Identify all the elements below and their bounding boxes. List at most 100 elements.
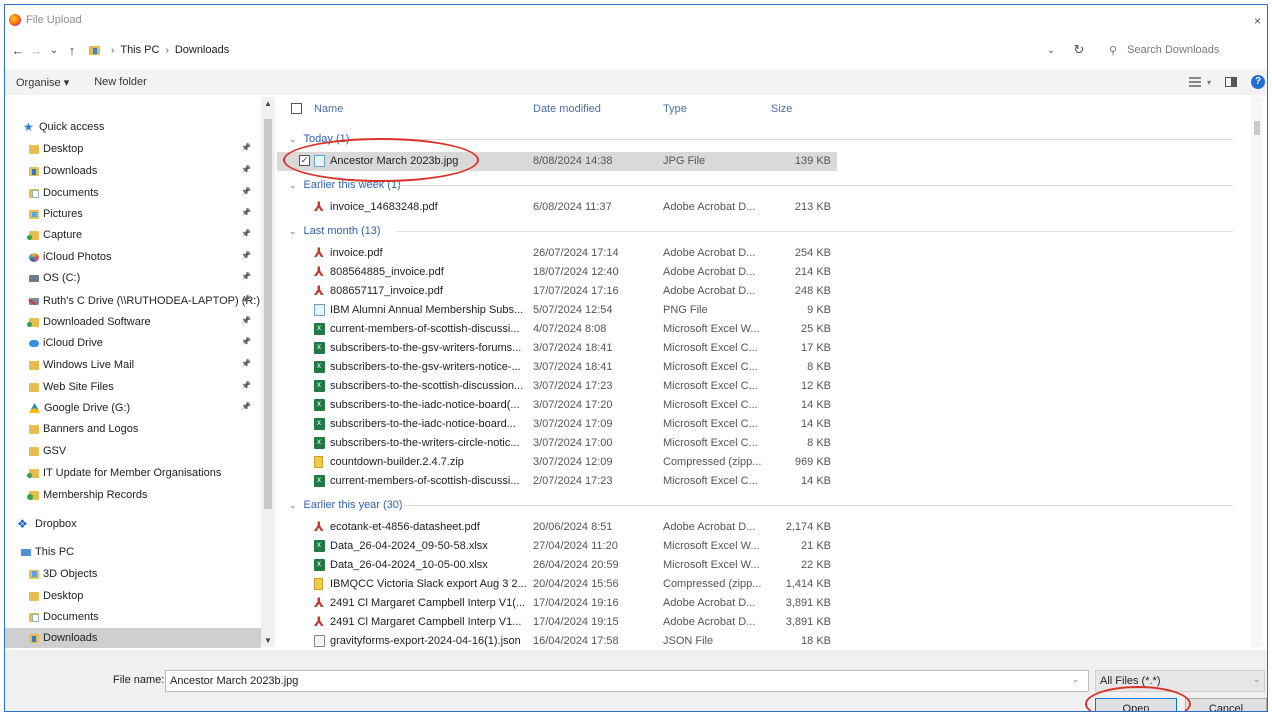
chevron-down-icon[interactable]: ⌄	[289, 180, 297, 191]
chevron-down-icon[interactable]: ⌄	[289, 500, 297, 511]
refresh-icon[interactable]: ↻	[1069, 42, 1089, 58]
chevron-down-icon[interactable]: ⌄	[289, 226, 297, 237]
file-row[interactable]: IBMQCC Victoria Slack export Aug 3 2... 2…	[277, 575, 837, 594]
file-row[interactable]: current-members-of-scottish-discussi... 2…	[277, 472, 837, 491]
file-row[interactable]: subscribers-to-the-iadc-notice-board(...…	[277, 396, 837, 415]
pin-icon[interactable]: 📌	[241, 316, 251, 325]
pin-icon[interactable]: 📌	[241, 381, 251, 390]
file-row[interactable]: ⅄ 2491 Cl Margaret Campbell Interp V1... 1…	[277, 613, 837, 632]
organise-button[interactable]: Organise ▾	[16, 76, 69, 89]
sidebar-item[interactable]: Documents	[5, 607, 261, 627]
forward-button[interactable]: →	[27, 43, 45, 58]
close-icon[interactable]: ×	[1254, 14, 1261, 28]
search-input[interactable]: ⚲ Search Downloads	[1103, 39, 1261, 61]
select-all-checkbox[interactable]	[291, 103, 302, 114]
breadcrumb-this-pc[interactable]: This PC	[120, 44, 159, 56]
sidebar-item[interactable]: Desktop 📌	[5, 139, 261, 159]
sidebar-item[interactable]: ❖ Dropbox	[5, 514, 261, 534]
breadcrumb[interactable]: › This PC › Downloads	[89, 44, 229, 56]
sidebar-item[interactable]: 3D Objects	[5, 564, 261, 584]
breadcrumb-downloads[interactable]: Downloads	[175, 44, 229, 56]
pin-icon[interactable]: 📌	[241, 359, 251, 368]
file-list-scrollbar[interactable]	[1251, 97, 1263, 647]
pin-icon[interactable]: 📌	[241, 337, 251, 346]
file-name-dropdown-icon[interactable]: ⌄	[1072, 674, 1080, 685]
scroll-thumb[interactable]	[1254, 121, 1260, 135]
address-dropdown-icon[interactable]: ⌄	[1041, 45, 1061, 56]
scroll-up-icon[interactable]: ▲	[264, 99, 272, 108]
file-group-header[interactable]: ⌄ Last month (13)	[277, 221, 381, 241]
sidebar-item[interactable]: Capture 📌	[5, 225, 261, 245]
file-group-header[interactable]: ⌄ Today (1)	[277, 129, 349, 149]
file-row[interactable]: Data_26-04-2024_09-50-58.xlsx 27/04/2024 …	[277, 537, 837, 556]
chevron-down-icon[interactable]: ⌄	[289, 134, 297, 145]
scroll-down-icon[interactable]: ▼	[264, 636, 272, 645]
sidebar-item[interactable]: IT Update for Member Organisations	[5, 463, 261, 483]
sidebar-item[interactable]: This PC	[5, 542, 261, 562]
preview-pane-icon[interactable]	[1225, 77, 1237, 87]
recent-locations-button[interactable]: ⌄	[45, 45, 63, 56]
file-group-header[interactable]: ⌄ Earlier this week (1)	[277, 175, 401, 195]
navigation-scrollbar[interactable]: ▲ ▼	[261, 97, 275, 647]
sidebar-item[interactable]: Downloaded Software 📌	[5, 312, 261, 332]
file-group-header[interactable]: ⌄ Earlier this year (30)	[277, 495, 403, 515]
pin-icon[interactable]: 📌	[241, 208, 251, 217]
pin-icon[interactable]: 📌	[241, 251, 251, 260]
pin-icon[interactable]: 📌	[241, 165, 251, 174]
pin-icon[interactable]: 📌	[241, 187, 251, 196]
sidebar-item[interactable]: Ruth's C Drive (\\RUTHODEA-LAPTOP) (R:) 📌	[5, 291, 261, 311]
sidebar-item[interactable]: Membership Records	[5, 485, 261, 505]
pin-icon[interactable]: 📌	[241, 295, 251, 304]
pin-icon[interactable]: 📌	[241, 402, 251, 411]
view-dropdown-icon[interactable]: ▾	[1207, 78, 1211, 87]
file-row[interactable]: subscribers-to-the-gsv-writers-notice-..…	[277, 358, 837, 377]
file-row[interactable]: IBM Alumni Annual Membership Subs... 5/07…	[277, 301, 837, 320]
sidebar-item[interactable]: Pictures 📌	[5, 204, 261, 224]
file-row[interactable]: subscribers-to-the-gsv-writers-forums...…	[277, 339, 837, 358]
file-row[interactable]: current-members-of-scottish-discussi... 4…	[277, 320, 837, 339]
sidebar-item[interactable]: Downloads	[5, 628, 261, 648]
new-folder-button[interactable]: New folder	[94, 76, 147, 88]
filter-dropdown-icon[interactable]: ⌄	[1253, 674, 1261, 685]
sidebar-item[interactable]: GSV	[5, 441, 261, 461]
sidebar-item[interactable]: ★ Quick access	[5, 117, 261, 137]
pin-icon[interactable]: 📌	[241, 143, 251, 152]
sidebar-item[interactable]: Windows Live Mail 📌	[5, 355, 261, 375]
sidebar-item[interactable]: OS (C:) 📌	[5, 268, 261, 288]
file-row[interactable]: subscribers-to-the-writers-circle-notic.…	[277, 434, 837, 453]
file-row[interactable]: countdown-builder.2.4.7.zip 3/07/2024 12:…	[277, 453, 837, 472]
column-header-size[interactable]: Size	[771, 97, 792, 121]
open-button[interactable]: Open	[1095, 698, 1177, 711]
file-row[interactable]: ⅄ 2491 Cl Margaret Campbell Interp V1(...…	[277, 594, 837, 613]
row-checkbox[interactable]: ✓	[299, 155, 310, 166]
file-row[interactable]: ⅄ ecotank-et-4856-datasheet.pdf 20/06/2024…	[277, 518, 837, 537]
file-row[interactable]: subscribers-to-the-scottish-discussion..…	[277, 377, 837, 396]
column-header-date-modified[interactable]: Date modified	[533, 97, 601, 121]
file-row[interactable]: ⅄ invoice_14683248.pdf 6/08/2024 11:37 Adob…	[277, 198, 837, 217]
sidebar-item[interactable]: Desktop	[5, 586, 261, 606]
sidebar-item[interactable]: Web Site Files 📌	[5, 377, 261, 397]
sidebar-item[interactable]: iCloud Photos 📌	[5, 247, 261, 267]
file-row[interactable]: gravityforms-export-2024-04-16(1).json 16…	[277, 632, 837, 651]
file-row[interactable]: ⅄ 808564885_invoice.pdf 18/07/2024 12:40 Ad…	[277, 263, 837, 282]
view-options-icon[interactable]	[1188, 77, 1201, 87]
file-row[interactable]: subscribers-to-the-iadc-notice-board... 3…	[277, 415, 837, 434]
up-button[interactable]: ↑	[63, 43, 81, 58]
help-icon[interactable]: ?	[1251, 75, 1265, 89]
scroll-thumb[interactable]	[264, 119, 272, 509]
file-row[interactable]: Data_26-04-2024_10-05-00.xlsx 26/04/2024 …	[277, 556, 837, 575]
file-row[interactable]: ✓ Ancestor March 2023b.jpg 8/08/2024 14:38…	[277, 152, 837, 171]
column-header-type[interactable]: Type	[663, 97, 687, 121]
file-row[interactable]: ⅄ invoice.pdf 26/07/2024 17:14 Adobe Acroba…	[277, 244, 837, 263]
sidebar-item[interactable]: Google Drive (G:) 📌	[5, 398, 261, 418]
sidebar-item[interactable]: Downloads 📌	[5, 161, 261, 181]
file-type-filter[interactable]: All Files (*.*)	[1095, 670, 1265, 692]
column-header-name[interactable]: Name	[314, 97, 343, 121]
file-name-input[interactable]: Ancestor March 2023b.jpg	[165, 670, 1089, 692]
pin-icon[interactable]: 📌	[241, 272, 251, 281]
pin-icon[interactable]: 📌	[241, 229, 251, 238]
back-button[interactable]: ←	[9, 43, 27, 58]
sidebar-item[interactable]: Banners and Logos	[5, 419, 261, 439]
sidebar-item[interactable]: iCloud Drive 📌	[5, 333, 261, 353]
sidebar-item[interactable]: Documents 📌	[5, 183, 261, 203]
